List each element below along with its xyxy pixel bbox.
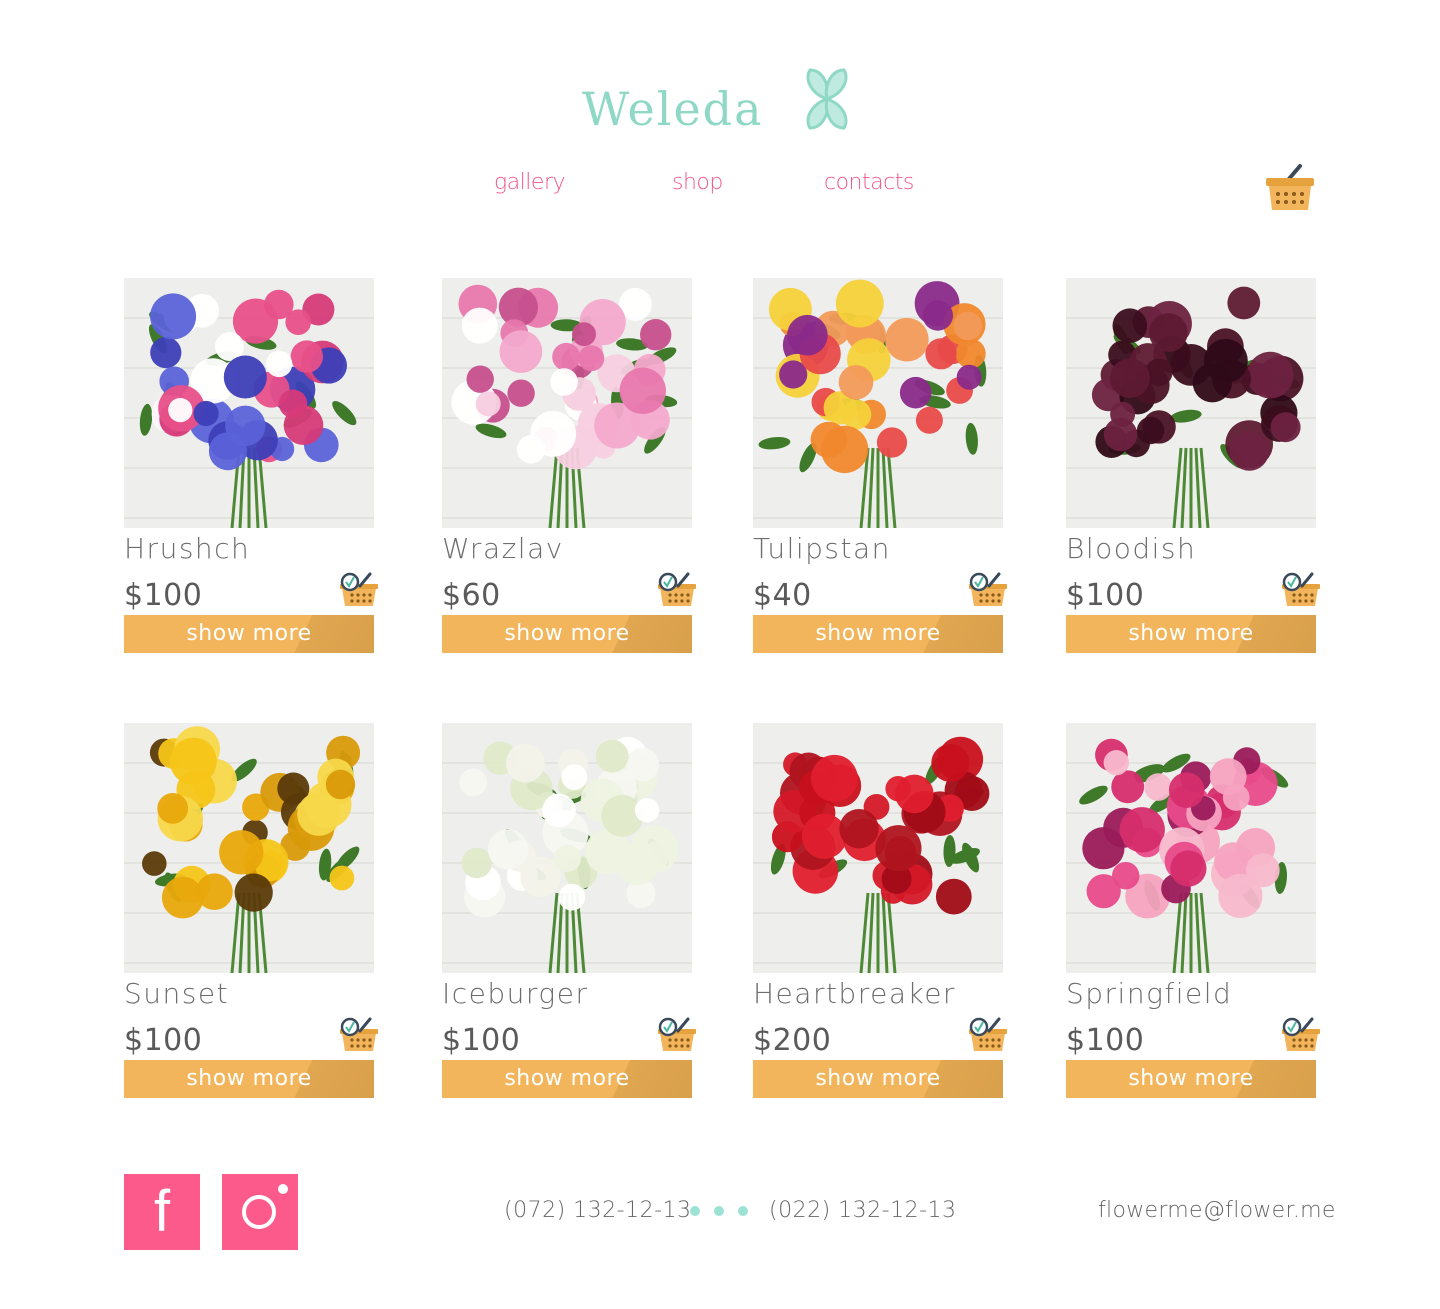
product-image[interactable] [124, 278, 374, 528]
add-to-cart-button[interactable] [338, 572, 378, 608]
add-to-cart-icon [1282, 572, 1320, 606]
product-name: Springfield [1066, 977, 1233, 1010]
brand-name: Weleda [582, 82, 764, 136]
add-to-cart-button[interactable] [338, 1017, 378, 1053]
nav-link-contacts[interactable]: contacts [824, 170, 914, 195]
show-more-button[interactable]: show more [753, 1060, 1003, 1098]
add-to-cart-icon [658, 1017, 696, 1051]
product-name: Tulipstan [753, 532, 891, 565]
leaf-logo-icon [806, 68, 848, 130]
add-to-cart-button[interactable] [656, 1017, 696, 1053]
add-to-cart-button[interactable] [967, 572, 1007, 608]
product-card: Tulipstan $40 show more [753, 278, 1007, 658]
email-link[interactable]: flowerme@flower.me [1098, 1196, 1336, 1226]
product-card: Wrazlav $60 show more [442, 278, 696, 658]
nav-link-gallery[interactable]: gallery [494, 170, 566, 195]
add-to-cart-button[interactable] [967, 1017, 1007, 1053]
product-price: $200 [753, 1023, 832, 1058]
add-to-cart-button[interactable] [1280, 572, 1320, 608]
separator-dots [690, 1206, 752, 1218]
add-to-cart-icon [969, 1017, 1007, 1051]
facebook-icon: f [153, 1179, 171, 1244]
add-to-cart-icon [969, 572, 1007, 606]
nav-link-shop[interactable]: shop [672, 170, 723, 195]
main-nav: gallery shop contacts [0, 170, 1440, 204]
product-name: Sunset [124, 977, 230, 1010]
product-price: $100 [1066, 578, 1145, 613]
product-image[interactable] [1066, 723, 1316, 973]
facebook-button[interactable]: f [124, 1174, 200, 1250]
add-to-cart-icon [658, 572, 696, 606]
add-to-cart-icon [340, 1017, 378, 1051]
show-more-button[interactable]: show more [442, 1060, 692, 1098]
product-card: Iceburger $100 show more [442, 723, 696, 1103]
product-card: Heartbreaker $200 show more [753, 723, 1007, 1103]
product-name: Iceburger [442, 977, 589, 1010]
show-more-button[interactable]: show more [124, 615, 374, 653]
show-more-button[interactable]: show more [442, 615, 692, 653]
instagram-button[interactable] [222, 1174, 298, 1250]
product-price: $100 [124, 578, 203, 613]
product-card: Bloodish $100 show more [1066, 278, 1320, 658]
product-image[interactable] [753, 723, 1003, 973]
product-price: $100 [124, 1023, 203, 1058]
product-card: Springfield $100 show more [1066, 723, 1320, 1103]
product-image[interactable] [442, 278, 692, 528]
product-price: $100 [1066, 1023, 1145, 1058]
brand-logo[interactable]: Weleda [580, 62, 870, 142]
add-to-cart-button[interactable] [1280, 1017, 1320, 1053]
phone-number-1[interactable]: (072) 132-12-13 [504, 1196, 692, 1226]
product-price: $40 [753, 578, 812, 613]
phone-number-2[interactable]: (022) 132-12-13 [769, 1196, 957, 1226]
product-name: Bloodish [1066, 532, 1197, 565]
show-more-button[interactable]: show more [1066, 1060, 1316, 1098]
show-more-button[interactable]: show more [1066, 615, 1316, 653]
cart-button[interactable] [1264, 164, 1316, 212]
add-to-cart-icon [1282, 1017, 1320, 1051]
product-card: Hrushch $100 show more [124, 278, 378, 658]
product-name: Heartbreaker [753, 977, 956, 1010]
product-image[interactable] [753, 278, 1003, 528]
add-to-cart-icon [340, 572, 378, 606]
product-card: Sunset $100 show more [124, 723, 378, 1103]
add-to-cart-button[interactable] [656, 572, 696, 608]
product-name: Hrushch [124, 532, 251, 565]
product-image[interactable] [1066, 278, 1316, 528]
product-image[interactable] [124, 723, 374, 973]
product-price: $100 [442, 1023, 521, 1058]
show-more-button[interactable]: show more [124, 1060, 374, 1098]
product-image[interactable] [442, 723, 692, 973]
instagram-icon [242, 1184, 288, 1229]
product-price: $60 [442, 578, 501, 613]
basket-icon [1266, 164, 1314, 210]
product-name: Wrazlav [442, 532, 564, 565]
show-more-button[interactable]: show more [753, 615, 1003, 653]
